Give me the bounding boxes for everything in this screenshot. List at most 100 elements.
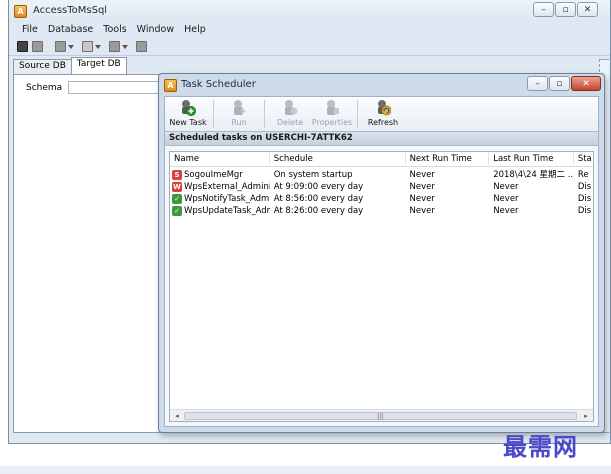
scroll-right-icon[interactable]: ▸ [580, 411, 592, 421]
task-last-run: Never [493, 182, 519, 192]
minimize-icon[interactable]: – [527, 76, 548, 91]
disconnect-icon[interactable] [32, 41, 43, 52]
properties-label: Properties [311, 118, 353, 127]
task-name: WpsUpdateTask_Admi... [184, 206, 270, 216]
task-list-header: Name Schedule Next Run Time Last Run Tim… [170, 152, 593, 167]
scheduled-tasks-header: Scheduled tasks on USERCHI-7ATTK62 [165, 131, 598, 146]
dialog-controls: – ▫ ✕ [527, 76, 601, 91]
chevron-down-icon[interactable] [122, 44, 128, 49]
main-window-controls: – ▫ ✕ [533, 2, 598, 17]
new-task-label: New Task [169, 118, 207, 127]
menu-database[interactable]: Database [45, 23, 96, 38]
wps-red-icon: W [172, 182, 182, 192]
dialog-title-bar[interactable]: A Task Scheduler – ▫ ✕ [159, 74, 604, 96]
view-icon[interactable] [82, 41, 93, 52]
task-schedule: On system startup [273, 170, 353, 180]
task-schedule: At 8:56:00 every day [273, 194, 364, 204]
run-icon [231, 99, 247, 116]
column-next-run-time[interactable]: Next Run Time [406, 152, 490, 167]
refresh-button[interactable]: Refresh [362, 97, 404, 131]
task-schedule: At 9:09:00 every day [273, 182, 364, 192]
chevron-down-icon[interactable] [95, 44, 101, 49]
watermark-logo: 最需网 [503, 432, 578, 461]
close-icon[interactable]: ✕ [577, 2, 598, 17]
main-window-title: AccessToMsSql [33, 5, 108, 16]
close-icon[interactable]: ✕ [571, 76, 601, 91]
sogou-icon: S [172, 170, 182, 180]
horizontal-scrollbar[interactable]: ◂ ||| ▸ [170, 409, 593, 421]
export-icon[interactable] [136, 41, 147, 52]
run-label: Run [231, 118, 247, 127]
task-name-cell: S SogouImeMgr [170, 169, 270, 181]
tab-source-db[interactable]: Source DB [13, 59, 72, 74]
delete-icon [282, 99, 298, 116]
wps-green-icon: ✓ [172, 206, 182, 216]
task-status: Dis [577, 182, 592, 192]
column-last-run-time[interactable]: Last Run Time [489, 152, 574, 167]
menu-help[interactable]: Help [181, 23, 209, 38]
menu-bar: File Database Tools Window Help [9, 23, 610, 38]
query-icon[interactable] [109, 41, 120, 52]
wps-green-icon: ✓ [172, 194, 182, 204]
task-schedule: At 8:26:00 every day [273, 206, 364, 216]
scrollbar-thumb[interactable]: ||| [184, 412, 577, 420]
new-task-button[interactable]: New Task [167, 97, 209, 131]
dialog-title: Task Scheduler [181, 79, 256, 90]
task-status: Dis [577, 194, 592, 204]
properties-button[interactable]: Properties [311, 97, 353, 131]
tab-target-db[interactable]: Target DB [70, 57, 127, 74]
run-button[interactable]: Run [218, 97, 260, 131]
task-name-cell: ✓ WpsNotifyTask_Admini... [170, 193, 270, 205]
task-name: WpsNotifyTask_Admini... [184, 194, 270, 204]
minimize-icon[interactable]: – [533, 2, 554, 17]
task-last-run: 2018\4\24 星期二 ... [493, 170, 574, 180]
toolbar-separator [213, 100, 214, 128]
task-next-run: Never [409, 170, 435, 180]
schema-row: Schema [26, 81, 177, 94]
task-last-run: Never [493, 206, 519, 216]
refresh-icon [375, 99, 391, 116]
delete-button[interactable]: Delete [269, 97, 311, 131]
task-next-run: Never [409, 206, 435, 216]
task-next-run: Never [409, 194, 435, 204]
connect-icon[interactable] [17, 41, 28, 52]
toolbar-separator [264, 100, 265, 128]
properties-icon [324, 99, 340, 116]
column-status[interactable]: Sta [574, 152, 593, 167]
task-next-run: Never [409, 182, 435, 192]
dialog-body: New Task Run Delete Properties Refresh S… [164, 96, 599, 427]
table-icon[interactable] [55, 41, 66, 52]
menu-window[interactable]: Window [134, 23, 177, 38]
task-list: Name Schedule Next Run Time Last Run Tim… [169, 151, 594, 422]
main-toolbar [9, 38, 610, 56]
grip-icon: ||| [376, 412, 385, 420]
menu-tools[interactable]: Tools [100, 23, 129, 38]
new-task-icon [180, 99, 196, 116]
toolbar-separator [357, 100, 358, 128]
maximize-icon[interactable]: ▫ [549, 76, 570, 91]
task-name: SogouImeMgr [184, 170, 243, 180]
scheduler-toolbar: New Task Run Delete Properties Refresh [165, 97, 598, 131]
schema-label: Schema [26, 82, 63, 93]
maximize-icon[interactable]: ▫ [555, 2, 576, 17]
db-tabs: Source DB Target DB [13, 57, 127, 74]
task-name: WpsExternal_Administ... [184, 182, 270, 192]
task-name-cell: W WpsExternal_Administ... [170, 181, 270, 193]
delete-label: Delete [276, 118, 304, 127]
task-scheduler-dialog: A Task Scheduler – ▫ ✕ New Task Run Dele… [158, 73, 605, 433]
menu-file[interactable]: File [19, 23, 41, 38]
table-row[interactable]: ✓ WpsUpdateTask_Admi... At 8:26:00 every… [170, 205, 593, 217]
task-name-cell: ✓ WpsUpdateTask_Admi... [170, 205, 270, 217]
chevron-down-icon[interactable] [68, 44, 74, 49]
task-status: Dis [577, 206, 592, 216]
scroll-left-icon[interactable]: ◂ [171, 411, 183, 421]
table-row[interactable]: ✓ WpsNotifyTask_Admini... At 8:56:00 eve… [170, 193, 593, 205]
column-schedule[interactable]: Schedule [270, 152, 406, 167]
app-icon: A [14, 5, 27, 18]
table-row[interactable]: S SogouImeMgr On system startup Never 20… [170, 169, 593, 181]
main-title-bar[interactable]: A AccessToMsSql – ▫ ✕ [9, 0, 610, 22]
column-name[interactable]: Name [170, 152, 270, 167]
task-status: Re [577, 170, 589, 180]
task-last-run: Never [493, 194, 519, 204]
table-row[interactable]: W WpsExternal_Administ... At 9:09:00 eve… [170, 181, 593, 193]
